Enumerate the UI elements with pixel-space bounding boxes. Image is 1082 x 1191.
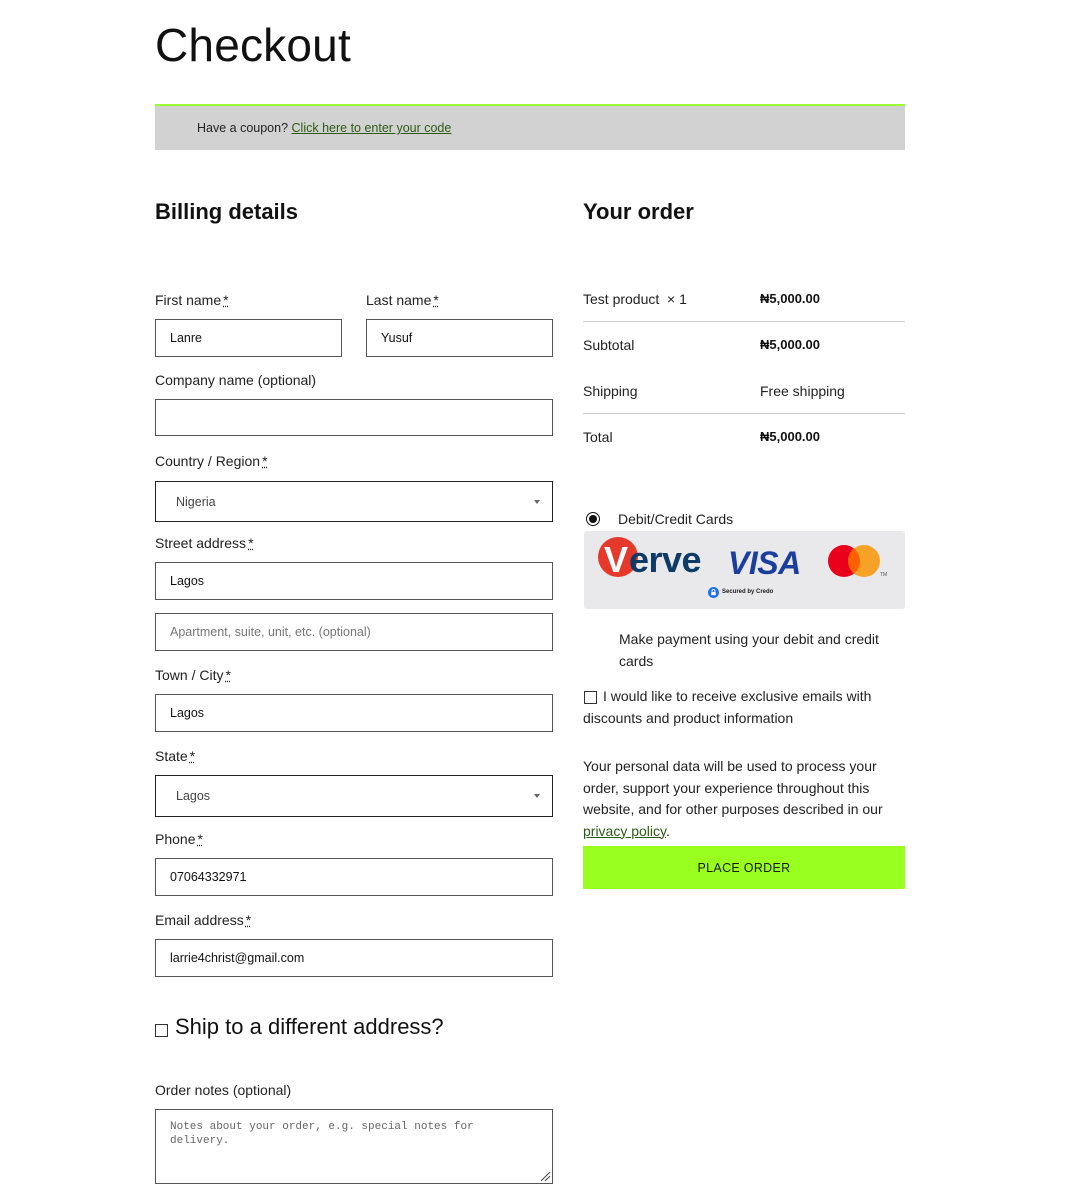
page-title: Checkout bbox=[155, 19, 351, 71]
billing-heading: Billing details bbox=[155, 199, 299, 224]
street-address-input[interactable] bbox=[155, 562, 553, 600]
order-product-price: ₦5,000.00 bbox=[760, 291, 820, 306]
coupon-prompt: Have a coupon? bbox=[197, 121, 289, 135]
place-order-button[interactable]: PLACE ORDER bbox=[583, 846, 905, 889]
last-name-input[interactable] bbox=[366, 319, 553, 357]
payment-method-radio[interactable] bbox=[586, 512, 600, 526]
email-input[interactable] bbox=[155, 939, 553, 977]
card-logos: V erve VISA TM Secured by Credo bbox=[584, 531, 905, 609]
last-name-label: Last name * bbox=[366, 292, 439, 308]
company-input[interactable] bbox=[155, 399, 553, 436]
city-input[interactable] bbox=[155, 694, 553, 732]
verve-wordmark: erve bbox=[629, 539, 702, 580]
verve-v: V bbox=[604, 539, 629, 580]
newsletter-label: I would like to receive exclusive emails… bbox=[583, 688, 872, 726]
chevron-down-icon bbox=[534, 500, 540, 504]
chevron-down-icon bbox=[534, 794, 540, 798]
subtotal-label: Subtotal bbox=[583, 337, 635, 353]
coupon-link[interactable]: Click here to enter your code bbox=[292, 121, 452, 135]
email-label: Email address * bbox=[155, 912, 252, 928]
apartment-input[interactable] bbox=[155, 613, 553, 651]
privacy-text: Your personal data will be used to proce… bbox=[583, 758, 883, 839]
first-name-input[interactable] bbox=[155, 319, 342, 357]
coupon-text: Have a coupon? Click here to enter your … bbox=[197, 121, 451, 135]
lock-icon bbox=[708, 587, 719, 598]
order-notes-textarea[interactable] bbox=[155, 1109, 553, 1184]
mastercard-trademark: TM bbox=[880, 572, 888, 578]
divider bbox=[583, 413, 905, 414]
secured-by-credo: Secured by Credo bbox=[722, 589, 774, 595]
subtotal-value: ₦5,000.00 bbox=[760, 337, 820, 352]
state-select[interactable]: Lagos bbox=[155, 775, 553, 817]
payment-method-label[interactable]: Debit/Credit Cards bbox=[618, 511, 733, 527]
visa-logo: VISA bbox=[728, 545, 801, 581]
phone-input[interactable] bbox=[155, 858, 553, 896]
divider bbox=[583, 321, 905, 322]
order-product-name: Test product × 1 bbox=[583, 291, 687, 307]
total-label: Total bbox=[583, 429, 613, 445]
company-label: Company name (optional) bbox=[155, 372, 317, 388]
phone-label: Phone * bbox=[155, 831, 203, 847]
country-select[interactable]: Nigeria bbox=[155, 481, 553, 522]
state-value: Lagos bbox=[176, 789, 211, 803]
coupon-notice: Have a coupon? Click here to enter your … bbox=[155, 104, 905, 150]
radio-selected-dot bbox=[589, 515, 597, 523]
resize-grip-icon[interactable] bbox=[539, 1170, 551, 1182]
shipping-value: Free shipping bbox=[760, 383, 845, 399]
shipping-label: Shipping bbox=[583, 383, 638, 399]
ship-different-checkbox[interactable] bbox=[155, 1024, 168, 1037]
city-label: Town / City * bbox=[155, 667, 231, 683]
order-notes-wrapper bbox=[155, 1109, 553, 1184]
street-label: Street address * bbox=[155, 535, 254, 551]
country-label: Country / Region * bbox=[155, 453, 268, 469]
order-notes-label: Order notes (optional) bbox=[155, 1082, 292, 1098]
state-label: State * bbox=[155, 748, 196, 764]
order-heading: Your order bbox=[583, 199, 694, 224]
country-value: Nigeria bbox=[176, 494, 216, 509]
first-name-label: First name * bbox=[155, 292, 229, 308]
ship-different-label: Ship to a different address? bbox=[175, 1014, 444, 1039]
payment-description: Make payment using your debit and credit… bbox=[619, 631, 879, 669]
privacy-policy-link[interactable]: privacy policy bbox=[583, 823, 666, 839]
total-value: ₦5,000.00 bbox=[760, 429, 820, 444]
